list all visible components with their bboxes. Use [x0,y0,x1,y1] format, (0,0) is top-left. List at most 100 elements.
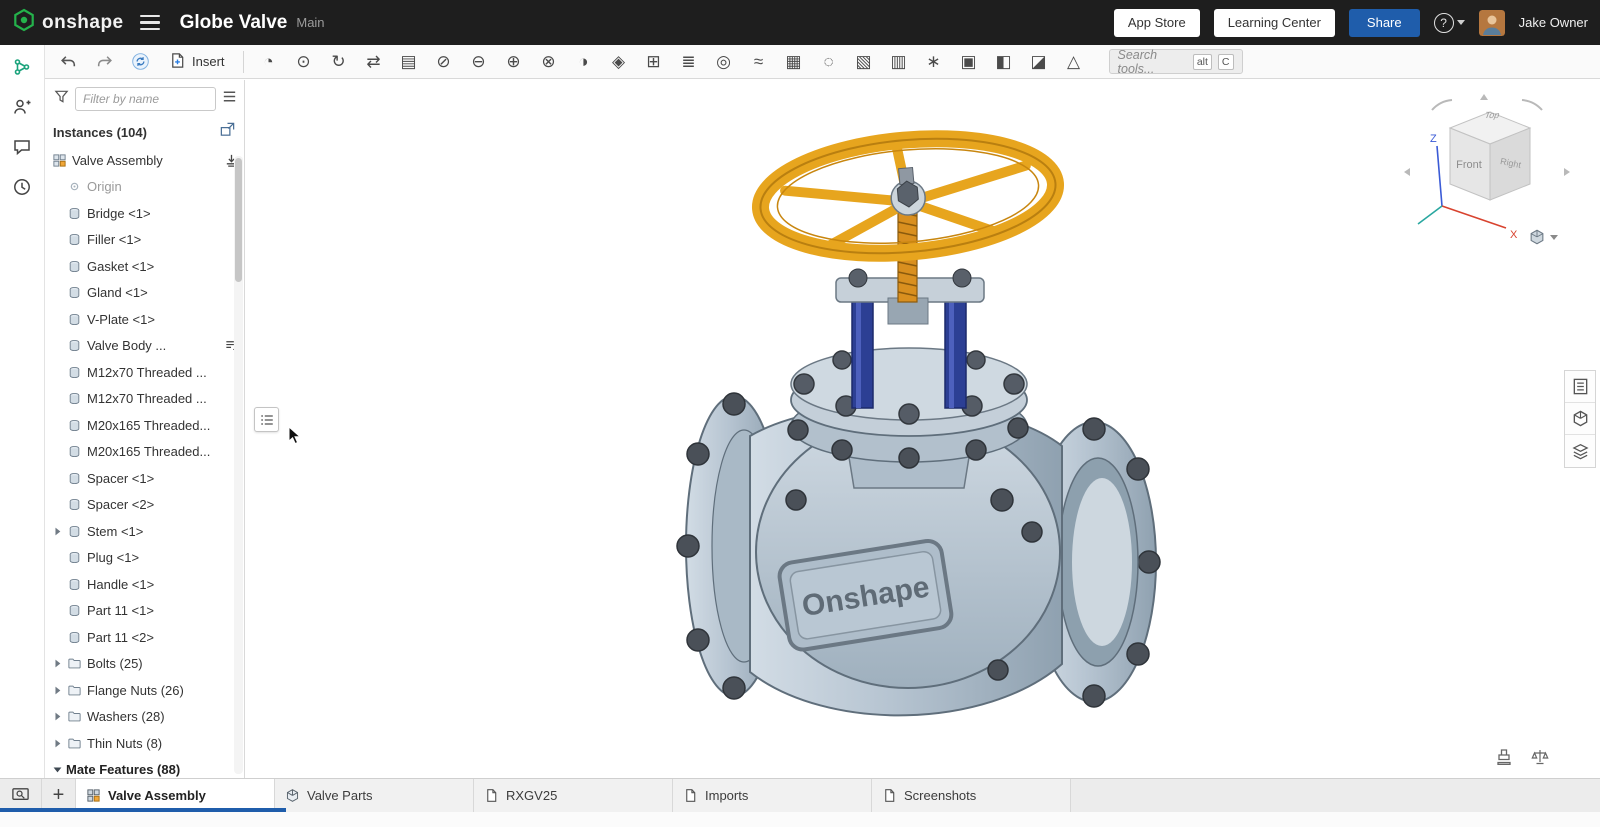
bom-panel-icon[interactable] [1565,371,1595,403]
tab-rxgv25[interactable]: RXGV25 [474,779,673,812]
tree-item-m20x165-threaded[interactable]: M20x165 Threaded... [45,439,244,466]
exploded-view-icon[interactable]: ∗ [919,48,949,75]
onshape-logo[interactable]: onshape [12,8,124,37]
chevron-down-icon[interactable] [49,762,66,778]
tree-item-valve-assembly[interactable]: Valve Assembly [45,147,244,174]
search-tools-input[interactable]: Search tools... alt C [1109,49,1243,74]
comments-icon[interactable] [7,133,37,161]
tree-item-spacer-2[interactable]: Spacer <2> [45,492,244,519]
help-icon: ? [1434,13,1454,33]
chevron-right-icon[interactable] [49,709,66,725]
list-options-icon[interactable] [221,88,238,110]
viewcube-up-arrow[interactable] [1480,94,1488,100]
chevron-right-icon[interactable] [49,682,66,698]
avatar[interactable] [1479,10,1505,36]
linear-pattern-icon[interactable]: ▦ [779,48,809,75]
tree-item-mate-features-88[interactable]: Mate Features (88) [45,757,244,779]
tree-item-stem-1[interactable]: Stem <1> [45,518,244,545]
tree-item-part-11-1[interactable]: Part 11 <1> [45,598,244,625]
graphics-canvas[interactable]: Onshape Top Front Right [246,80,1600,778]
app-store-button[interactable]: App Store [1114,9,1200,37]
model-panel-icon[interactable] [1565,403,1595,435]
screw-relation-icon[interactable]: ≈ [744,48,774,75]
globe-valve-model[interactable]: Onshape [646,84,1166,764]
group-icon[interactable]: ⊞ [639,48,669,75]
chevron-right-icon[interactable] [49,735,66,751]
cylindrical-mate-icon[interactable]: ⊘ [429,48,459,75]
help-menu[interactable]: ? [1434,13,1465,33]
tab-imports[interactable]: Imports [673,779,872,812]
gear-relation-icon[interactable]: ◎ [709,48,739,75]
tree-item-washers-28[interactable]: Washers (28) [45,704,244,731]
insert-into-icon[interactable] [219,121,236,143]
insert-button[interactable]: Insert [161,48,233,75]
redo-icon[interactable] [89,48,119,75]
snapshot-icon[interactable]: ▣ [954,48,984,75]
filter-funnel-icon[interactable] [53,88,70,110]
appearance-panel-icon[interactable] [1565,435,1595,467]
share-button[interactable]: Share [1349,9,1420,37]
tree-item-part-11-2[interactable]: Part 11 <2> [45,624,244,651]
measure-icon[interactable]: △ [1059,48,1089,75]
tree-item-origin[interactable]: Origin [45,174,244,201]
named-views-icon[interactable]: ◔ [254,48,284,75]
main-menu-icon[interactable] [140,10,166,36]
tree-item-plug-1[interactable]: Plug <1> [45,545,244,572]
mate-relation-icon[interactable]: ≣ [674,48,704,75]
versions-icon[interactable] [7,53,37,81]
tree-item-gland-1[interactable]: Gland <1> [45,280,244,307]
standard-content-icon[interactable]: ▥ [884,48,914,75]
viewcube-rotate-right-arrow[interactable] [1522,100,1542,110]
mate-connector-icon[interactable]: ◈ [604,48,634,75]
stamp-icon[interactable] [1494,747,1514,770]
circular-pattern-icon[interactable]: ◌ [814,48,844,75]
chevron-right-icon[interactable] [49,656,66,672]
tree-item-handle-1[interactable]: Handle <1> [45,571,244,598]
viewcube-rotate-left-arrow[interactable] [1432,100,1452,110]
revolute-mate-icon[interactable]: ↻ [324,48,354,75]
chevron-right-icon[interactable] [49,523,66,539]
scale-icon[interactable] [1530,747,1550,770]
slider-mate-icon[interactable]: ⇄ [359,48,389,75]
tree-item-bridge-1[interactable]: Bridge <1> [45,200,244,227]
tab-valve-parts[interactable]: Valve Parts [275,779,474,812]
ball-mate-icon[interactable]: ⊕ [499,48,529,75]
learning-center-button[interactable]: Learning Center [1214,9,1335,37]
fastened-mate-icon[interactable]: ⊙ [289,48,319,75]
tree-item-spacer-1[interactable]: Spacer <1> [45,465,244,492]
tangent-mate-icon[interactable]: ◑ [569,48,599,75]
tree-item-valve-body[interactable]: Valve Body ... [45,333,244,360]
workspace-name[interactable]: Main [296,15,324,30]
pin-slot-mate-icon[interactable]: ⊖ [464,48,494,75]
user-name[interactable]: Jake Owner [1519,15,1588,30]
insert-label: Insert [192,54,225,69]
replicate-icon[interactable]: ▧ [849,48,879,75]
tree-item-flange-nuts-26[interactable]: Flange Nuts (26) [45,677,244,704]
tree-item-filler-1[interactable]: Filler <1> [45,227,244,254]
parallel-mate-icon[interactable]: ⊗ [534,48,564,75]
tree-item-m12x70-threaded[interactable]: M12x70 Threaded ... [45,359,244,386]
display-states-icon[interactable]: ◧ [989,48,1019,75]
tree-item-label: Thin Nuts (8) [87,736,162,751]
undo-icon[interactable] [53,48,83,75]
update-sync-icon[interactable] [125,48,155,75]
tree-item-v-plate-1[interactable]: V-Plate <1> [45,306,244,333]
tab-screenshots[interactable]: Screenshots [872,779,1071,812]
view-options-menu[interactable] [1528,228,1558,246]
filter-input[interactable] [75,87,216,111]
tree-item-m12x70-threaded[interactable]: M12x70 Threaded ... [45,386,244,413]
viewcube-left-arrow[interactable] [1404,168,1410,176]
collaborators-icon[interactable] [7,93,37,121]
history-icon[interactable] [7,173,37,201]
tab-label: Valve Assembly [108,788,206,803]
panel-toggle-button[interactable] [254,407,279,432]
tree-item-bolts-25[interactable]: Bolts (25) [45,651,244,678]
section-view-icon[interactable]: ◪ [1024,48,1054,75]
tree-item-m20x165-threaded[interactable]: M20x165 Threaded... [45,412,244,439]
planar-mate-icon[interactable]: ▤ [394,48,424,75]
tree-item-gasket-1[interactable]: Gasket <1> [45,253,244,280]
tree-scrollbar[interactable] [234,156,243,774]
tree-scrollbar-thumb[interactable] [235,158,242,282]
viewcube-right-arrow[interactable] [1564,168,1570,176]
tree-item-thin-nuts-8[interactable]: Thin Nuts (8) [45,730,244,757]
